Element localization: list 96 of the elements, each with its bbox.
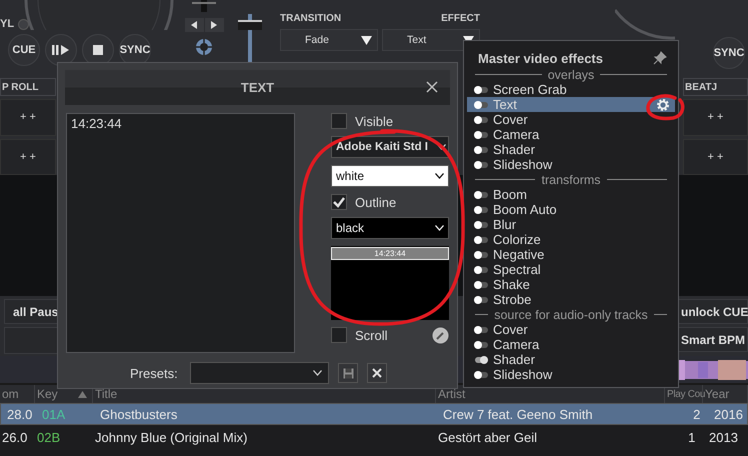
preview-text: 14:23:44	[331, 247, 449, 260]
toggle-switch[interactable]	[475, 252, 488, 258]
left-arrow-icon	[191, 21, 197, 29]
pad[interactable]: + +	[0, 99, 56, 136]
toggle-switch[interactable]	[475, 102, 488, 108]
menu-title: Master video effects	[478, 50, 603, 66]
effect-item[interactable]: Spectral	[467, 262, 675, 277]
effect-item[interactable]: Shader	[467, 142, 675, 157]
checkbox-label: Scroll	[355, 328, 388, 342]
save-icon[interactable]	[338, 363, 358, 383]
toggle-switch[interactable]	[475, 86, 488, 92]
pad[interactable]: + +	[683, 99, 748, 136]
toggle-switch[interactable]	[475, 266, 488, 272]
effect-item[interactable]: Negative	[467, 247, 675, 262]
dialog-title: TEXT	[240, 80, 274, 95]
transition-dropdown[interactable]: Fade	[280, 29, 378, 51]
effect-item[interactable]: Strobe	[467, 292, 675, 307]
effect-item[interactable]: Slideshow	[467, 157, 675, 172]
right-arrow-icon	[211, 21, 217, 29]
text-color-dropdown[interactable]: white	[331, 165, 449, 187]
table-cell-text: 2013	[708, 430, 739, 445]
scroll-checkbox[interactable]	[331, 327, 347, 343]
settings-icon[interactable]	[656, 98, 670, 112]
effect-item[interactable]: Screen Grab	[467, 82, 675, 97]
checkbox-label: Outline	[355, 194, 396, 210]
toggle-switch[interactable]	[475, 116, 488, 122]
pad-mode-tab[interactable]: P ROLL	[0, 78, 56, 96]
table-cell-text: 02B	[36, 430, 62, 445]
nudge-left-button[interactable]	[184, 18, 204, 32]
section-heading: transforms	[541, 172, 601, 186]
table-cell-text: 26.0	[1, 430, 28, 445]
checkbox-label: Visible	[355, 114, 394, 128]
section-heading: source for audio-only tracks	[494, 308, 648, 322]
table-cell-text: Johnny Blue (Original Mix)	[94, 430, 248, 445]
table-cell-text: 2	[692, 406, 701, 422]
nudge-right-button[interactable]	[204, 18, 224, 32]
sort-arrow-icon	[78, 391, 87, 398]
sync-button[interactable]: SYNC	[713, 37, 745, 69]
visible-checkbox[interactable]	[331, 113, 347, 129]
toggle-switch[interactable]	[475, 372, 488, 378]
table-cell-text: 2016	[713, 406, 743, 422]
outline-checkbox[interactable]	[331, 194, 347, 210]
pad-mode-tab[interactable]: BEATJ	[683, 78, 748, 96]
toggle-switch[interactable]	[475, 236, 488, 242]
toggle-switch[interactable]	[475, 296, 488, 302]
table-cell-text: Crew 7 feat. Geeno Smith	[442, 406, 594, 422]
vinyl-label: YL	[0, 18, 14, 30]
cue-button[interactable]: CUE	[8, 34, 40, 66]
toggle-switch[interactable]	[475, 146, 488, 152]
pad[interactable]: + +	[0, 138, 56, 175]
toggle-switch[interactable]	[475, 222, 488, 228]
table-cell-text: 1	[687, 430, 696, 445]
effect-item[interactable]: Shader	[467, 352, 675, 367]
table-cell-text: Ghostbusters	[99, 406, 178, 422]
slider-handle[interactable]	[238, 20, 262, 30]
toggle-switch[interactable]	[475, 206, 488, 212]
table-cell-text: 28.0	[6, 406, 34, 422]
track-row[interactable]: 28.0 01A Ghostbusters Crew 7 feat. Geeno Smith 2 2016	[0, 403, 748, 425]
effect-item[interactable]: Blur	[467, 217, 675, 232]
effect-label: EFFECT	[441, 13, 480, 26]
font-dropdown[interactable]: Adobe Kaiti Std I	[331, 136, 449, 158]
table-cell-text: 01A	[41, 406, 66, 422]
transition-label: TRANSITION	[280, 13, 342, 26]
presets-label: Presets:	[130, 366, 179, 380]
toggle-switch[interactable]	[475, 162, 488, 168]
toggle-switch[interactable]	[475, 342, 488, 348]
effect-item[interactable]: Shake	[467, 277, 675, 292]
effect-item[interactable]: Text	[467, 97, 675, 112]
toggle-switch[interactable]	[475, 282, 488, 288]
effect-dropdown[interactable]: Text	[382, 29, 480, 51]
effect-item[interactable]: Colorize	[467, 232, 675, 247]
pad[interactable]: + +	[683, 138, 748, 175]
stop-icon	[93, 45, 103, 55]
toggle-switch[interactable]	[475, 132, 488, 138]
toggle-switch[interactable]	[475, 356, 488, 362]
effect-item[interactable]: Slideshow	[467, 367, 675, 382]
toggle-switch[interactable]	[475, 326, 488, 332]
outline-color-dropdown[interactable]: black	[331, 217, 449, 239]
toggle-switch[interactable]	[475, 192, 488, 198]
effect-item[interactable]: Cover	[467, 112, 675, 127]
close-icon[interactable]	[426, 81, 438, 93]
effect-item[interactable]: Cover	[467, 322, 675, 337]
pin-icon[interactable]	[653, 51, 667, 65]
effect-item[interactable]: Camera	[467, 337, 675, 352]
knob-icon[interactable]	[432, 326, 449, 344]
delete-icon[interactable]	[367, 363, 387, 383]
text-input-field[interactable]: 14:23:44	[66, 113, 295, 353]
effect-item[interactable]: Boom Auto	[467, 202, 675, 217]
play-pause-icon	[52, 44, 70, 56]
effect-item[interactable]: Camera	[467, 127, 675, 142]
table-cell-text: Gestört aber Geil	[437, 430, 538, 445]
dropdown-arrow-icon	[361, 36, 372, 44]
play-pause-button[interactable]	[45, 34, 77, 66]
knob-icon[interactable]	[195, 38, 213, 56]
effect-item[interactable]: Boom	[467, 187, 675, 202]
section-heading: overlays	[548, 68, 594, 82]
